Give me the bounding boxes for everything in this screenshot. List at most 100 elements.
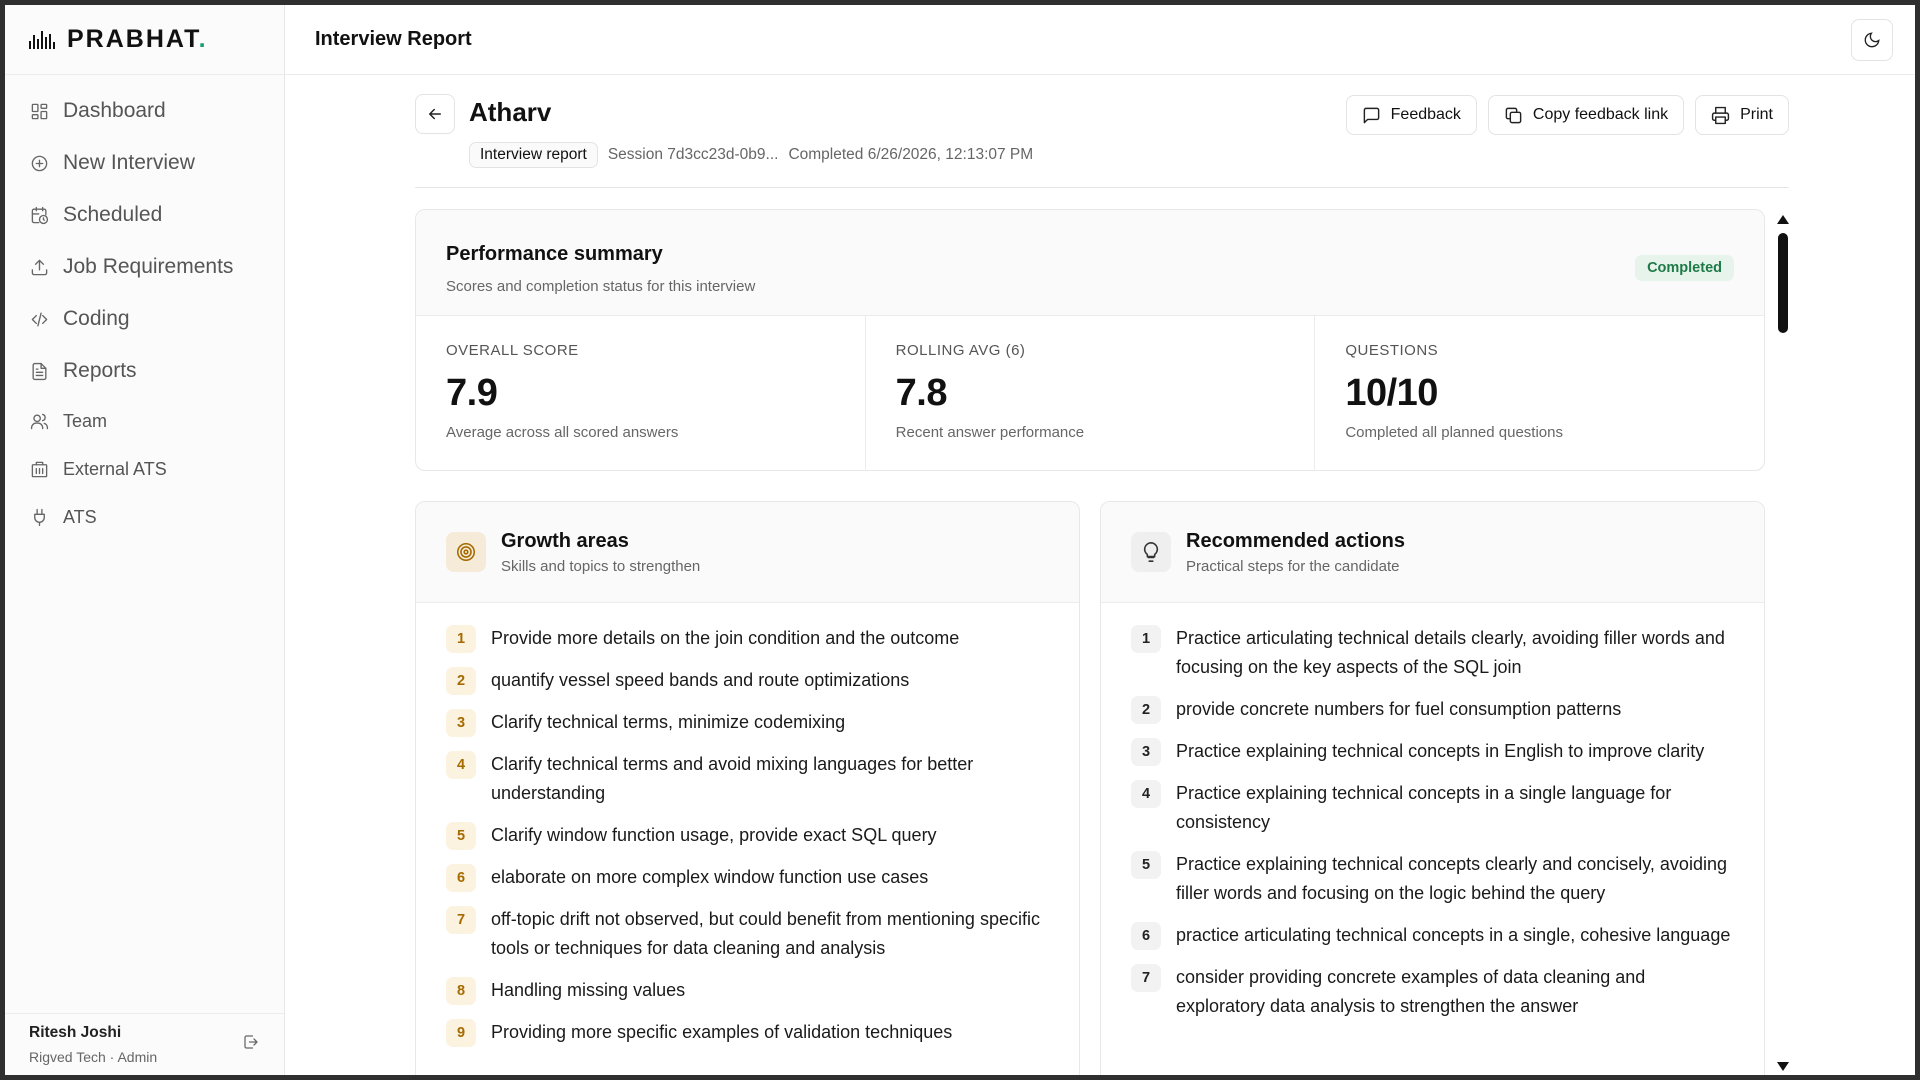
copy-feedback-link-button[interactable]: Copy feedback link: [1487, 95, 1685, 135]
message-square-icon: [1363, 107, 1379, 123]
brand[interactable]: PRABHAT.: [5, 5, 284, 75]
item-text: Practice explaining technical concepts c…: [1176, 854, 1727, 903]
sidebar-item-label: Coding: [63, 307, 130, 330]
sidebar-item-label: Job Requirements: [63, 255, 234, 278]
code-icon: [29, 309, 49, 329]
sidebar-item-reports[interactable]: Reports: [5, 345, 284, 397]
growth-areas-subtitle: Skills and topics to strengthen: [501, 557, 701, 575]
recommended-actions-title: Recommended actions: [1186, 529, 1405, 552]
stat-desc: Completed all planned questions: [1345, 424, 1563, 441]
recommended-actions-header: Recommended actions Practical steps for …: [1101, 502, 1764, 603]
topbar: Interview Report: [285, 5, 1915, 75]
stat-questions: QUESTIONS 10/10 Completed all planned qu…: [1315, 316, 1764, 471]
item-number: 1: [446, 625, 476, 653]
sidebar-item-external-ats[interactable]: External ATS: [5, 445, 284, 493]
list-item: 2 quantify vessel speed bands and route o…: [446, 667, 1049, 695]
item-number: 3: [446, 709, 476, 737]
report-meta: Interview report Session 7d3cc23d-0b9...…: [469, 142, 1033, 168]
item-number: 2: [1131, 696, 1161, 724]
moon-icon: [1864, 31, 1880, 47]
item-text: consider providing concrete examples of …: [1176, 967, 1646, 1016]
stat-rolling-avg: ROLLING AVG (6) 7.8 Recent answer perfor…: [866, 316, 1316, 471]
scrollbar[interactable]: [1775, 209, 1789, 1075]
sidebar-nav: Dashboard New Interview Scheduled Job Re…: [5, 75, 284, 541]
stat-value: 7.8: [895, 372, 948, 414]
list-item: 4 Practice explaining technical concepts …: [1131, 780, 1734, 837]
list-item: 9 Providing more specific examples of val…: [446, 1019, 1049, 1047]
stat-value: 7.9: [446, 372, 498, 414]
list-item: 5 Practice explaining technical concepts …: [1131, 851, 1734, 908]
scroll-down-arrow-icon[interactable]: [1777, 1062, 1789, 1071]
list-item: 8 Handling missing values: [446, 977, 1049, 1005]
users-icon: [29, 411, 49, 431]
app-window: PRABHAT. Dashboard New Interview Schedul…: [5, 5, 1915, 1075]
item-text: Providing more specific examples of vali…: [491, 1022, 953, 1042]
copy-label: Copy feedback link: [1532, 106, 1669, 123]
dashboard-icon: [29, 101, 49, 121]
scrollbar-thumb[interactable]: [1778, 233, 1788, 333]
item-number: 5: [446, 822, 476, 850]
report-header: Atharv Interview report Session 7d3cc23d…: [415, 75, 1789, 188]
sidebar-item-team[interactable]: Team: [5, 397, 284, 445]
list-item: 5 Clarify window function usage, provide …: [446, 822, 1049, 850]
list-item: 6 elaborate on more complex window functi…: [446, 864, 1049, 892]
growth-areas-title: Growth areas: [501, 529, 629, 552]
sidebar-item-dashboard[interactable]: Dashboard: [5, 85, 284, 137]
item-number: 4: [446, 751, 476, 779]
stat-desc: Average across all scored answers: [446, 424, 679, 441]
print-button[interactable]: Print: [1695, 95, 1789, 135]
stat-desc: Recent answer performance: [895, 424, 1085, 441]
list-item: 7 off-topic drift not observed, but could…: [446, 906, 1049, 963]
sidebar-item-label: Reports: [63, 359, 137, 382]
item-number: 7: [1131, 964, 1161, 992]
plug-icon: [29, 507, 49, 527]
sidebar: PRABHAT. Dashboard New Interview Schedul…: [5, 5, 285, 1075]
item-text: Clarify technical terms, minimize codemi…: [491, 712, 846, 732]
target-icon: [446, 532, 486, 572]
sidebar-item-scheduled[interactable]: Scheduled: [5, 189, 284, 241]
sidebar-item-label: ATS: [63, 506, 97, 527]
logout-button[interactable]: [242, 1033, 260, 1056]
sidebar-item-ats[interactable]: ATS: [5, 493, 284, 541]
sidebar-item-job-requirements[interactable]: Job Requirements: [5, 241, 284, 293]
list-item: 7 consider providing concrete examples of…: [1131, 964, 1734, 1021]
page-title: Interview Report: [315, 28, 472, 50]
item-text: Provide more details on the join conditi…: [491, 628, 960, 648]
audio-bars-icon: [29, 30, 55, 49]
completed-timestamp: Completed 6/26/2026, 12:13:07 PM: [788, 146, 1034, 163]
item-number: 9: [446, 1019, 476, 1047]
plus-circle-icon: [29, 153, 49, 173]
feedback-button[interactable]: Feedback: [1345, 95, 1477, 135]
item-text: Clarify window function usage, provide e…: [491, 825, 937, 845]
stat-label: ROLLING AVG (6): [895, 342, 1026, 359]
performance-summary-card: Performance summary Scores and completio…: [415, 209, 1765, 471]
summary-header: Performance summary Scores and completio…: [416, 210, 1764, 316]
list-item: 4 Clarify technical terms and avoid mixin…: [446, 751, 1049, 808]
main-area: Interview Report Atharv Interview report…: [285, 5, 1915, 1075]
report-content: Atharv Interview report Session 7d3cc23d…: [415, 75, 1789, 1075]
sidebar-item-label: New Interview: [63, 151, 195, 174]
back-button[interactable]: [415, 94, 455, 134]
item-number: 6: [446, 864, 476, 892]
item-number: 2: [446, 667, 476, 695]
report-actions: Feedback Copy feedback link Print: [1345, 95, 1789, 135]
lightbulb-icon: [1131, 532, 1171, 572]
sidebar-item-new-interview[interactable]: New Interview: [5, 137, 284, 189]
sidebar-item-label: Scheduled: [63, 203, 163, 226]
logout-icon: [244, 1035, 258, 1049]
list-item: 3 Clarify technical terms, minimize codem…: [446, 709, 1049, 737]
sidebar-item-coding[interactable]: Coding: [5, 293, 284, 345]
list-item: 1 Provide more details on the join condit…: [446, 625, 1049, 653]
item-text: Practice explaining technical concepts i…: [1176, 741, 1705, 761]
upload-icon: [29, 257, 49, 277]
report-scroll-area[interactable]: Performance summary Scores and completio…: [415, 209, 1789, 1075]
user-name: Ritesh Joshi: [29, 1024, 122, 1041]
list-item: 3 Practice explaining technical concepts …: [1131, 738, 1734, 766]
file-text-icon: [29, 361, 49, 381]
stat-overall-score: OVERALL SCORE 7.9 Average across all sco…: [416, 316, 866, 471]
theme-toggle-button[interactable]: [1851, 18, 1893, 61]
scroll-up-arrow-icon[interactable]: [1777, 215, 1789, 224]
growth-areas-list: 1 Provide more details on the join condit…: [416, 603, 1079, 1047]
feedback-label: Feedback: [1390, 106, 1461, 123]
item-text: elaborate on more complex window functio…: [491, 867, 929, 887]
